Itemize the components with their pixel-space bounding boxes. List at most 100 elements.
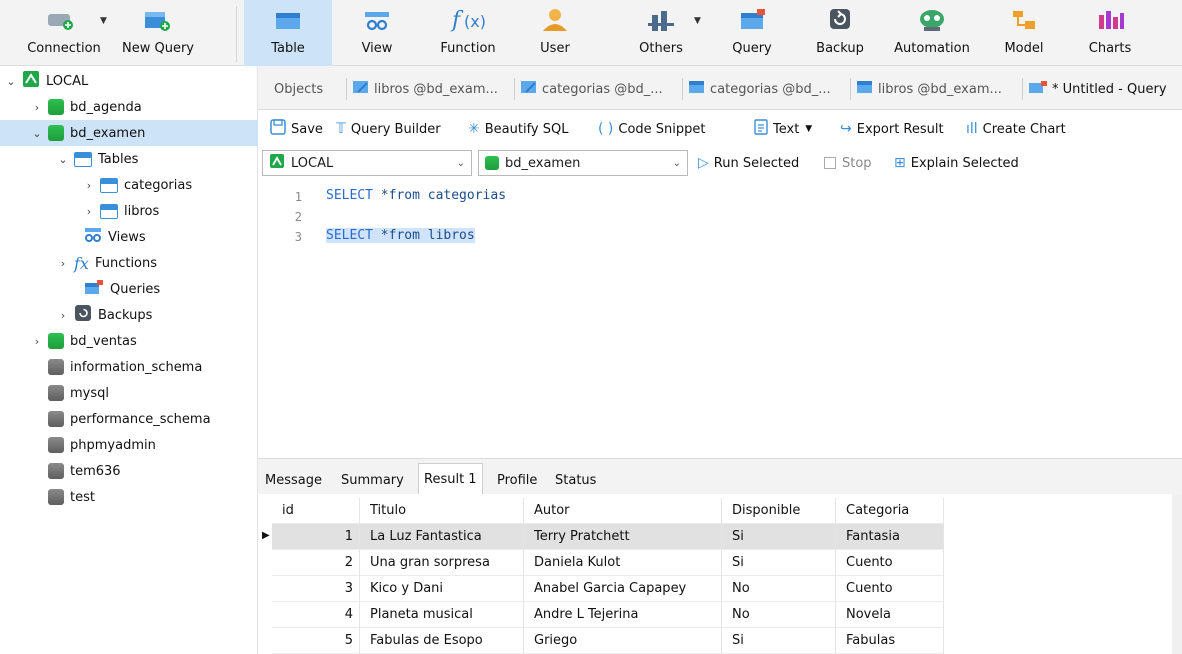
table-cell[interactable]: 5 <box>272 628 360 654</box>
beautify-sql-button[interactable]: ✳ Beautify SQL <box>468 118 568 140</box>
tab-message[interactable]: Message <box>260 467 327 493</box>
others-dropdown-icon[interactable]: ▼ <box>694 16 701 26</box>
query-button[interactable]: Query <box>722 0 782 66</box>
others-button[interactable]: Others ▼ <box>616 0 706 66</box>
tree-item-test[interactable]: test <box>0 484 258 510</box>
chevron-right-icon[interactable]: › <box>30 335 44 348</box>
tab-categorias-1[interactable]: categorias @bd_... <box>520 74 680 104</box>
chevron-down-icon[interactable]: ⌄ <box>56 153 70 166</box>
column-header[interactable]: Titulo <box>360 498 524 524</box>
table-cell[interactable]: Si <box>722 628 836 654</box>
explain-selected-button[interactable]: ⊞ Explain Selected <box>894 152 1019 174</box>
function-button[interactable]: f (x) Function <box>428 0 508 66</box>
model-button[interactable]: Model <box>996 0 1052 66</box>
code-line-1[interactable]: SELECT *from categorias <box>326 188 506 203</box>
column-header[interactable]: Disponible <box>722 498 836 524</box>
table-cell[interactable]: Cuento <box>836 576 944 602</box>
chevron-right-icon[interactable]: › <box>82 179 96 192</box>
table-cell[interactable]: Cuento <box>836 550 944 576</box>
create-chart-button[interactable]: ıll Create Chart <box>966 118 1066 140</box>
tree-item-mysql[interactable]: mysql <box>0 380 258 406</box>
tab-status[interactable]: Status <box>550 467 601 493</box>
connection-button[interactable]: Connection ▼ <box>14 0 114 66</box>
tree-item-tables[interactable]: ⌄ Tables <box>0 146 258 172</box>
table-cell[interactable]: Una gran sorpresa <box>360 550 524 576</box>
new-query-button[interactable]: New Query <box>116 0 200 66</box>
code-line-3[interactable]: SELECT *from libros <box>326 228 475 243</box>
tree-item-bd-examen[interactable]: ⌄ bd_examen <box>0 120 258 146</box>
column-header[interactable]: Autor <box>524 498 722 524</box>
table-cell[interactable]: Andre L Tejerina <box>524 602 722 628</box>
automation-button[interactable]: Automation <box>884 0 980 66</box>
table-cell[interactable]: 1 <box>272 524 360 550</box>
query-builder-button[interactable]: 𝕋 Query Builder <box>336 118 441 140</box>
chevron-right-icon[interactable]: › <box>56 309 70 322</box>
automation-icon <box>912 0 952 40</box>
table-cell[interactable]: Griego <box>524 628 722 654</box>
tree-item-local[interactable]: ⌄ LOCAL <box>0 68 258 94</box>
database-icon <box>48 99 64 115</box>
tab-summary[interactable]: Summary <box>336 467 409 493</box>
table-cell[interactable]: No <box>722 602 836 628</box>
tab-libros-2[interactable]: libros @bd_exam... <box>856 74 1020 104</box>
table-cell[interactable]: 2 <box>272 550 360 576</box>
tree-item-information-schema[interactable]: information_schema <box>0 354 258 380</box>
table-cell[interactable]: Daniela Kulot <box>524 550 722 576</box>
table-cell[interactable]: Kico y Dani <box>360 576 524 602</box>
table-cell[interactable]: Anabel Garcia Capapey <box>524 576 722 602</box>
tree-item-phpmyadmin[interactable]: phpmyadmin <box>0 432 258 458</box>
view-button[interactable]: View <box>344 0 410 66</box>
database-select[interactable]: bd_examen ⌄ <box>478 150 688 176</box>
chevron-right-icon[interactable]: › <box>30 101 44 114</box>
tree-item-queries[interactable]: Queries <box>0 276 258 302</box>
column-header[interactable]: Categoria <box>836 498 944 524</box>
export-result-button[interactable]: ↪ Export Result <box>840 118 944 140</box>
table-cell[interactable]: Fabulas de Esopo <box>360 628 524 654</box>
backup-button[interactable]: Backup <box>810 0 870 66</box>
chevron-right-icon[interactable]: › <box>56 257 70 270</box>
tab-categorias-2[interactable]: categorias @bd_... <box>688 74 848 104</box>
tree-item-bd-ventas[interactable]: › bd_ventas <box>0 328 258 354</box>
tree-item-categorias[interactable]: › categorias <box>0 172 258 198</box>
table-cell[interactable]: La Luz Fantastica <box>360 524 524 550</box>
tree-item-tem636[interactable]: tem636 <box>0 458 258 484</box>
tree-item-backups[interactable]: › Backups <box>0 302 258 328</box>
chevron-down-icon[interactable]: ▼ <box>805 124 812 134</box>
table-cell[interactable]: Planeta musical <box>360 602 524 628</box>
tab-profile[interactable]: Profile <box>492 467 542 493</box>
connection-dropdown-icon[interactable]: ▼ <box>100 16 107 26</box>
chevron-down-icon[interactable]: ⌄ <box>4 75 18 88</box>
table-cell[interactable]: No <box>722 576 836 602</box>
connection-select[interactable]: LOCAL ⌄ <box>262 150 472 176</box>
grid-scrollbar[interactable] <box>1172 494 1182 654</box>
table-cell[interactable]: 3 <box>272 576 360 602</box>
table-cell[interactable]: Si <box>722 524 836 550</box>
tree-item-bd-agenda[interactable]: › bd_agenda <box>0 94 258 120</box>
tree-item-performance-schema[interactable]: performance_schema <box>0 406 258 432</box>
table-cell[interactable]: Terry Pratchett <box>524 524 722 550</box>
tree-item-views[interactable]: Views <box>0 224 258 250</box>
sql-editor[interactable]: 1 SELECT *from categorias 2 3 SELECT *fr… <box>258 182 1182 458</box>
save-button[interactable]: Save <box>270 118 323 140</box>
chevron-down-icon[interactable]: ⌄ <box>30 127 44 140</box>
table-cell[interactable]: Fantasia <box>836 524 944 550</box>
code-snippet-button[interactable]: ( ) Code Snippet <box>598 118 706 140</box>
tab-objects[interactable]: Objects <box>274 74 344 104</box>
tree-item-libros[interactable]: › libros <box>0 198 258 224</box>
chevron-right-icon[interactable]: › <box>82 205 96 218</box>
table-cell[interactable]: Fabulas <box>836 628 944 654</box>
column-header[interactable]: id <box>272 498 360 524</box>
charts-button[interactable]: Charts <box>1078 0 1142 66</box>
text-button[interactable]: Text ▼ <box>754 118 812 140</box>
table-button[interactable]: Table <box>244 0 332 66</box>
tree-item-functions[interactable]: › fx Functions <box>0 250 258 276</box>
tab-untitled-query[interactable]: * Untitled - Query <box>1028 74 1182 104</box>
tab-libros-1[interactable]: libros @bd_exam... <box>352 74 512 104</box>
run-selected-button[interactable]: ▷ Run Selected <box>698 152 799 174</box>
table-cell[interactable]: Novela <box>836 602 944 628</box>
tab-result-1[interactable]: Result 1 <box>418 463 483 494</box>
user-button[interactable]: User <box>526 0 584 66</box>
table-cell[interactable]: Si <box>722 550 836 576</box>
stop-button[interactable]: Stop <box>824 152 872 174</box>
table-cell[interactable]: 4 <box>272 602 360 628</box>
